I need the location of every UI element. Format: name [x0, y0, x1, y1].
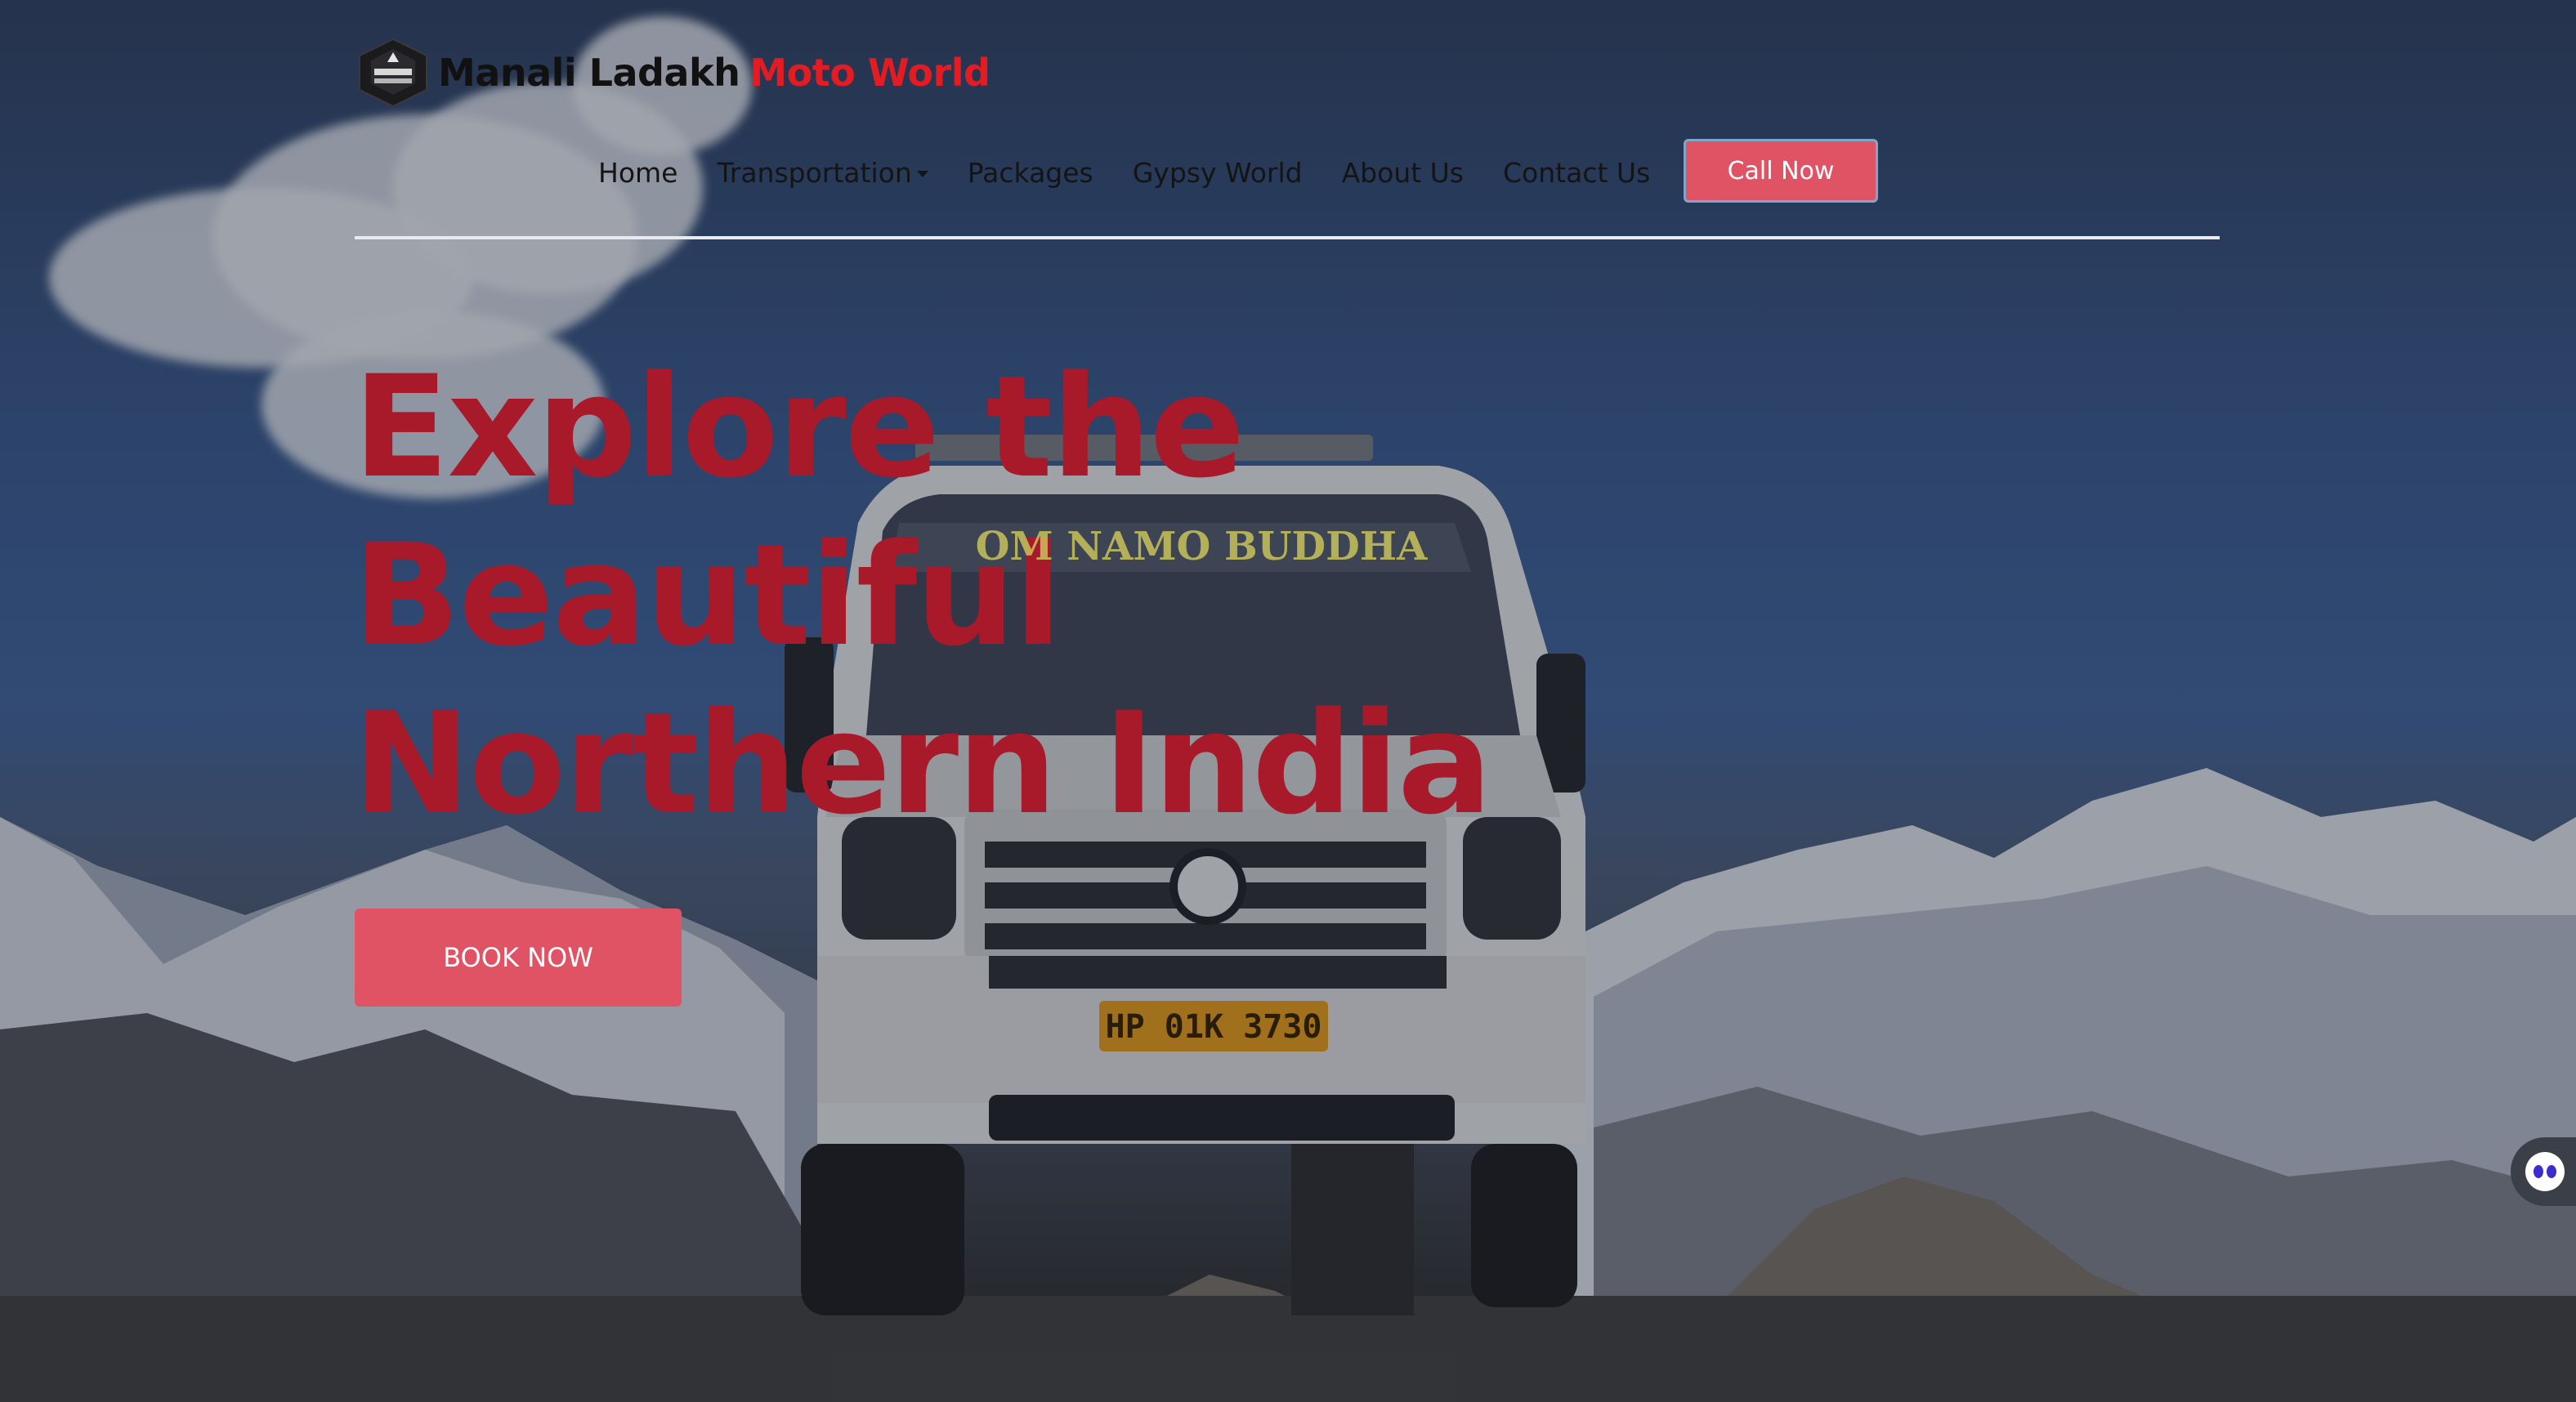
nav-item-packages[interactable]: Packages	[968, 157, 1093, 189]
book-now-button[interactable]: BOOK NOW	[355, 909, 682, 1007]
nav-item-label: Gypsy World	[1132, 157, 1303, 189]
nav-item-label: Home	[598, 157, 678, 189]
brand-name-part2: Moto World	[749, 51, 991, 95]
nav-item-about-us[interactable]: About Us	[1342, 157, 1464, 189]
nav-item-transportation[interactable]: Transportation	[717, 157, 928, 189]
call-now-button[interactable]: Call Now	[1684, 139, 1878, 203]
nav-item-contact-us[interactable]: Contact Us	[1503, 157, 1650, 189]
shield-emblem-icon	[359, 38, 427, 108]
headline-line-3: Northern India	[353, 681, 1492, 846]
brand-logo[interactable]: Manali Ladakh Moto World	[356, 38, 991, 108]
nav-item-gypsy-world[interactable]: Gypsy World	[1133, 157, 1303, 189]
nav-divider	[355, 236, 2220, 239]
hero-section: Manali Ladakh Moto World Home Transportat…	[0, 0, 2576, 1402]
nav-item-label: Contact Us	[1502, 157, 1651, 189]
brand-name: Manali Ladakh Moto World	[438, 51, 991, 95]
nav-item-label: About Us	[1341, 157, 1464, 189]
chat-bot-icon	[2525, 1152, 2565, 1191]
main-nav: Home Transportation Packages Gypsy World…	[598, 157, 1689, 189]
caret-down-icon	[916, 170, 928, 177]
nav-item-label: Transportation	[717, 157, 912, 189]
hero-headline: Explore the Beautiful Northern India	[353, 343, 1497, 848]
chat-widget-button[interactable]	[2511, 1137, 2576, 1206]
headline-line-1: Explore the	[353, 345, 1245, 509]
nav-item-label: Packages	[967, 157, 1093, 189]
nav-item-home[interactable]: Home	[598, 157, 678, 189]
headline-line-2: Beautiful	[353, 513, 1062, 677]
brand-name-part1: Manali Ladakh	[438, 51, 740, 95]
